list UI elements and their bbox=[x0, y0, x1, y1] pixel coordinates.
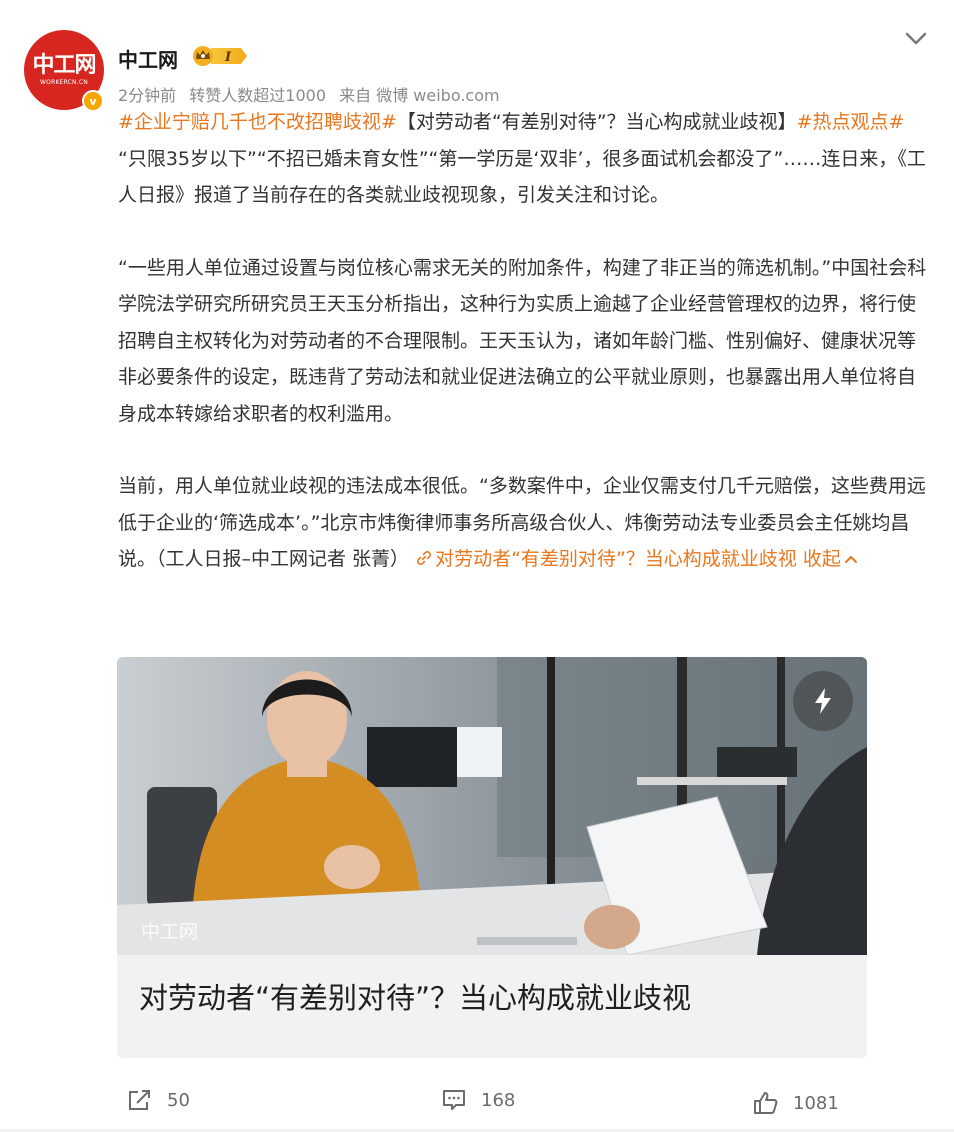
comment-count: 168 bbox=[481, 1089, 516, 1111]
post-time[interactable]: 2分钟前 bbox=[118, 86, 176, 105]
collapse-label: 收起 bbox=[802, 548, 841, 570]
chevron-up-icon bbox=[844, 556, 857, 563]
verified-badge-icon: v bbox=[82, 90, 104, 112]
account-name[interactable]: 中工网 bbox=[118, 44, 178, 73]
like-button[interactable]: 1081 bbox=[753, 1091, 839, 1115]
avatar-logo-subtext: WORKERCN.CN bbox=[40, 79, 88, 86]
post-text: #企业宁赔几千也不改招聘歧视#【对劳动者“有差别对待”？当心构成就业歧视】#热点… bbox=[118, 104, 928, 578]
like-count: 1081 bbox=[793, 1092, 839, 1114]
hashtag-link[interactable]: #企业宁赔几千也不改招聘歧视# bbox=[118, 111, 397, 133]
share-button[interactable]: 50 bbox=[127, 1088, 190, 1112]
article-link[interactable]: 对劳动者“有差别对待”？当心构成就业歧视 bbox=[415, 548, 797, 570]
post-source: 来自 微博 weibo.com bbox=[339, 86, 500, 105]
article-card[interactable]: 中工网 对劳动者“有差别对待”？当心构成就业歧视 bbox=[117, 657, 867, 1058]
avatar-logo-text: 中工网 bbox=[32, 52, 96, 78]
post-paragraph: “只限35岁以下”“不招已婚未育女性”“第一学历是‘双非’，很多面试机会都没了”… bbox=[118, 147, 926, 207]
article-card-title: 对劳动者“有差别对待”？当心构成就业歧视 bbox=[139, 981, 692, 1015]
article-cover-image: 中工网 bbox=[117, 657, 867, 955]
thumbs-up-icon bbox=[754, 1092, 778, 1114]
vip-level: I bbox=[224, 50, 232, 65]
collapse-button[interactable]: 收起 bbox=[803, 548, 858, 570]
image-watermark: 中工网 bbox=[141, 921, 199, 943]
repost-note: 转赞人数超过1000 bbox=[189, 86, 327, 105]
flash-icon[interactable] bbox=[793, 671, 853, 731]
hashtag-link[interactable]: #热点观点# bbox=[797, 111, 905, 133]
article-link-text: 对劳动者“有差别对待”？当心构成就业歧视 bbox=[435, 548, 797, 570]
post-headline: 【对劳动者“有差别对待”？当心构成就业歧视】 bbox=[396, 111, 797, 133]
chevron-down-icon[interactable] bbox=[904, 30, 928, 48]
share-count: 50 bbox=[167, 1089, 190, 1111]
post-meta: 2分钟前 转赞人数超过1000 来自 微博 weibo.com bbox=[118, 82, 508, 106]
vip-crown-badge-icon[interactable]: I bbox=[191, 44, 249, 68]
comment-button[interactable]: 168 bbox=[441, 1088, 515, 1112]
post-paragraph: “一些用人单位通过设置与岗位核心需求无关的附加条件，构建了非正当的筛选机制。”中… bbox=[118, 256, 927, 425]
comment-icon bbox=[443, 1090, 465, 1110]
share-icon bbox=[129, 1090, 150, 1110]
link-icon bbox=[417, 550, 432, 566]
action-bar: 50 168 1081 bbox=[0, 1080, 954, 1130]
